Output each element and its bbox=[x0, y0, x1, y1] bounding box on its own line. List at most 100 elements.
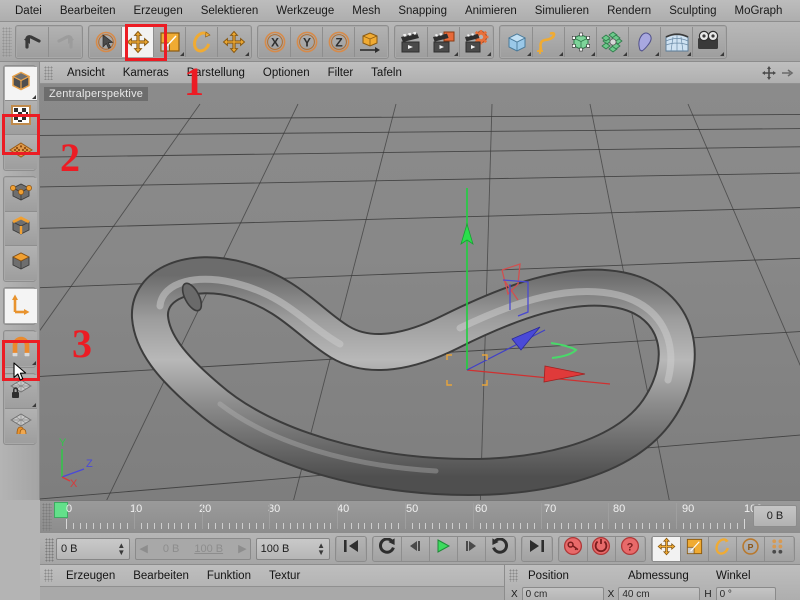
transport-drag-grip[interactable] bbox=[45, 537, 54, 562]
tool-flyout-corner[interactable] bbox=[180, 51, 184, 56]
tool-flyout-corner[interactable] bbox=[32, 95, 36, 99]
step-back-button[interactable] bbox=[401, 536, 430, 561]
modeling-objects-button[interactable] bbox=[597, 26, 629, 57]
document-end-field[interactable]: 100 B ▲ ▼ bbox=[255, 537, 330, 560]
undo-button[interactable] bbox=[17, 26, 49, 57]
step-forward-button[interactable] bbox=[457, 536, 486, 561]
rotation-key-button[interactable] bbox=[708, 536, 737, 561]
material-menu-funktion[interactable]: Funktion bbox=[198, 570, 260, 582]
tool-flyout-corner[interactable] bbox=[655, 51, 659, 56]
range-left-arrow-icon[interactable]: ◀ bbox=[139, 542, 147, 555]
scale-tool-button[interactable] bbox=[154, 26, 186, 57]
snapping-button[interactable] bbox=[5, 332, 37, 366]
x-axis-lock-button[interactable]: X bbox=[259, 26, 291, 57]
menu-item-animieren[interactable]: Animieren bbox=[456, 0, 526, 22]
edges-mode-button[interactable] bbox=[5, 212, 37, 246]
tool-flyout-corner[interactable] bbox=[623, 51, 627, 56]
position-key-button[interactable] bbox=[652, 536, 681, 561]
tool-flyout-corner[interactable] bbox=[32, 403, 36, 407]
zoom-view-icon[interactable] bbox=[780, 65, 794, 86]
move-tool-duplicate-button[interactable] bbox=[218, 26, 250, 57]
tool-flyout-corner[interactable] bbox=[245, 51, 249, 56]
camera-button[interactable] bbox=[693, 26, 725, 57]
viewmenu-item-ansicht[interactable]: Ansicht bbox=[58, 63, 114, 83]
next-keyframe-button[interactable] bbox=[485, 536, 514, 561]
coord-angle-h-field[interactable]: 0 ° bbox=[715, 587, 776, 600]
coordinate-manager-grip[interactable] bbox=[509, 569, 518, 582]
z-axis-lock-button[interactable]: Z bbox=[323, 26, 355, 57]
menu-item-erzeugen[interactable]: Erzeugen bbox=[124, 0, 191, 22]
play-button[interactable] bbox=[429, 536, 458, 561]
go-to-end-button[interactable] bbox=[522, 536, 551, 561]
menu-item-mograph[interactable]: MoGraph bbox=[726, 0, 792, 22]
menu-item-datei[interactable]: Datei bbox=[6, 0, 51, 22]
parameter-key-button[interactable] bbox=[764, 536, 793, 561]
tool-flyout-corner[interactable] bbox=[487, 51, 491, 56]
object-mode-button[interactable] bbox=[5, 67, 37, 101]
range-right-arrow-icon[interactable]: ▶ bbox=[238, 542, 246, 555]
texture-mode-button[interactable] bbox=[5, 101, 37, 135]
y-axis-lock-button[interactable]: Y bbox=[291, 26, 323, 57]
tool-flyout-corner[interactable] bbox=[527, 51, 531, 56]
viewmenu-item-optionen[interactable]: Optionen bbox=[254, 63, 319, 83]
material-menu-erzeugen[interactable]: Erzeugen bbox=[57, 570, 124, 582]
polygons-mode-button[interactable] bbox=[5, 246, 37, 280]
current-time-field[interactable]: 0 B ▲ ▼ bbox=[55, 537, 131, 560]
live-selection-button[interactable] bbox=[90, 26, 122, 57]
tool-flyout-corner[interactable] bbox=[454, 51, 458, 56]
move-tool-button[interactable] bbox=[122, 26, 154, 57]
coord-size-x-field[interactable]: 40 cm bbox=[618, 587, 701, 600]
record-key-button[interactable] bbox=[559, 536, 588, 561]
material-menu-textur[interactable]: Textur bbox=[260, 570, 309, 582]
points-mode-button[interactable] bbox=[5, 178, 37, 212]
workplane-move-button[interactable] bbox=[5, 409, 37, 443]
world-object-coord-button[interactable] bbox=[355, 26, 387, 57]
pla-key-button[interactable]: P bbox=[736, 536, 765, 561]
viewmenu-item-tafeln[interactable]: Tafeln bbox=[362, 63, 411, 83]
viewmenu-item-kameras[interactable]: Kameras bbox=[114, 63, 178, 83]
menu-item-rendern[interactable]: Rendern bbox=[598, 0, 660, 22]
menu-item-sculpting[interactable]: Sculpting bbox=[660, 0, 725, 22]
perspective-viewport[interactable]: Zentralperspektive Y Z X bbox=[40, 84, 800, 500]
render-picture-viewer-button[interactable] bbox=[428, 26, 460, 57]
scene-objects-button[interactable] bbox=[661, 26, 693, 57]
pan-view-icon[interactable] bbox=[761, 65, 777, 86]
timeline-current-frame-box[interactable]: 0 B bbox=[753, 505, 797, 527]
autokey-button[interactable] bbox=[587, 536, 616, 561]
material-manager-grip[interactable] bbox=[44, 569, 53, 582]
menu-item-bearbeiten[interactable]: Bearbeiten bbox=[51, 0, 125, 22]
menu-item-snapping[interactable]: Snapping bbox=[389, 0, 456, 22]
menu-item-werkzeuge[interactable]: Werkzeuge bbox=[267, 0, 343, 22]
workplane-mode-button[interactable] bbox=[5, 135, 37, 169]
menu-item-mesh[interactable]: Mesh bbox=[343, 0, 389, 22]
spinner-icon[interactable]: ▲ ▼ bbox=[317, 541, 325, 556]
go-to-start-button[interactable] bbox=[336, 536, 365, 561]
scale-key-button[interactable] bbox=[680, 536, 709, 561]
menu-item-selektieren[interactable]: Selektieren bbox=[192, 0, 268, 22]
timeline-ruler[interactable]: 0 10 20 30 40 50 60 70 80 90 100 0 B bbox=[54, 501, 800, 531]
spinner-icon[interactable]: ▲ ▼ bbox=[117, 541, 125, 556]
coord-position-x-field[interactable]: 0 cm bbox=[521, 587, 604, 600]
material-manager-body[interactable] bbox=[40, 586, 504, 600]
tool-flyout-corner[interactable] bbox=[559, 51, 563, 56]
material-menu-bearbeiten[interactable]: Bearbeiten bbox=[124, 570, 198, 582]
render-settings-button[interactable] bbox=[460, 26, 492, 57]
spline-button[interactable] bbox=[533, 26, 565, 57]
rotate-tool-button[interactable] bbox=[186, 26, 218, 57]
deformer-button[interactable] bbox=[629, 26, 661, 57]
prev-keyframe-button[interactable] bbox=[373, 536, 402, 561]
keyframe-selection-button[interactable]: ? bbox=[615, 536, 644, 561]
menu-item-charakter[interactable]: Charakter bbox=[791, 0, 800, 22]
axis-modify-button[interactable] bbox=[5, 289, 37, 323]
tool-flyout-corner[interactable] bbox=[720, 51, 724, 56]
tool-flyout-corner[interactable] bbox=[591, 51, 595, 56]
timeline-drag-grip[interactable] bbox=[42, 503, 52, 531]
viewmenu-item-filter[interactable]: Filter bbox=[319, 63, 363, 83]
render-view-button[interactable] bbox=[396, 26, 428, 57]
viewmenu-drag-grip[interactable] bbox=[44, 65, 53, 80]
toolbar-drag-grip[interactable] bbox=[2, 26, 12, 57]
redo-button[interactable] bbox=[49, 26, 81, 57]
preview-range-field[interactable]: ◀ 0 B 100 B ▶ bbox=[135, 537, 251, 560]
tool-flyout-corner[interactable] bbox=[687, 51, 691, 56]
primitives-button[interactable] bbox=[501, 26, 533, 57]
